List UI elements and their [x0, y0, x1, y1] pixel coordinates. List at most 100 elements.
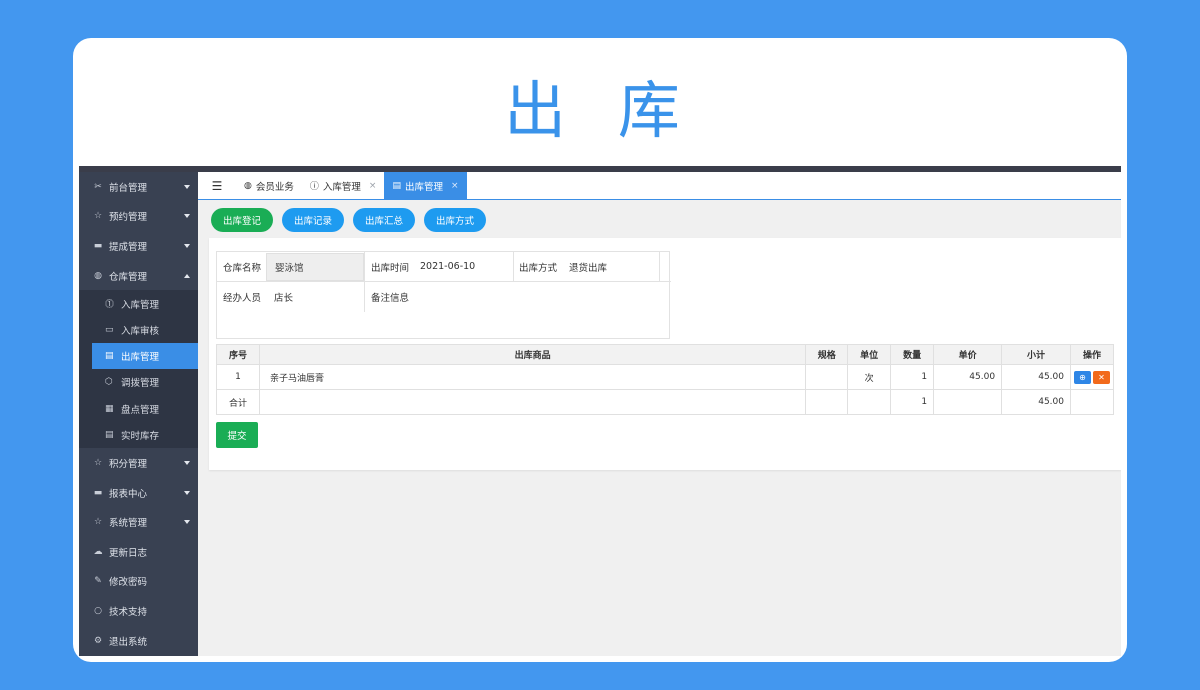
divider	[659, 252, 660, 281]
scissors-icon: ✂	[94, 181, 102, 192]
sidebar-item-label: 提成管理	[109, 241, 148, 253]
sidebar-item-reports[interactable]: ▬ 报表中心	[79, 478, 198, 508]
star-icon: ☆	[93, 517, 103, 528]
chevron-down-icon	[184, 214, 190, 219]
sidebar-item-support[interactable]: ○ 技术支持	[79, 596, 198, 626]
product-spec	[805, 364, 849, 390]
stock-out-form-panel: 仓库名称 婴泳馆 出库时间 2021-06-10 出库方式 退货出库 经办人员 …	[209, 238, 1121, 470]
row-number: 1	[216, 364, 260, 390]
sidebar-subitem-inventory-check[interactable]: ▦ 盘点管理	[92, 396, 198, 422]
main-content: 出库登记 出库记录 出库汇总 出库方式 仓库名称 婴泳馆 出库时间 2021-0…	[198, 200, 1121, 656]
sidebar-item-label: 技术支持	[109, 606, 148, 618]
sidebar-subitem-transfer[interactable]: ⬡ 调拨管理	[92, 369, 198, 395]
gears-icon: ⚙	[93, 635, 103, 646]
cloud-icon: ☁	[93, 546, 103, 557]
table-header-row: 序号 出库商品 规格 单位 数量 单价 小计 操作	[216, 344, 1115, 365]
sidebar-submenu-warehouse: ⓵ 入库管理 ▭ 入库审核 ▤ 出库管理 ⬡ 调拨管理 ▦ 盘点管理 ▤ 实时库…	[79, 290, 198, 449]
close-icon[interactable]: ×	[451, 181, 459, 191]
stock-out-info-box: 仓库名称 婴泳馆 出库时间 2021-06-10 出库方式 退货出库 经办人员 …	[216, 251, 671, 339]
table-total-row: 合计 1 45.00	[216, 389, 1115, 415]
divider	[364, 252, 365, 312]
stock-out-time-label: 出库时间	[371, 262, 410, 274]
sidebar-item-label: 系统管理	[109, 518, 148, 530]
sidebar-item-label: 报表中心	[109, 488, 148, 500]
stock-out-register-button[interactable]: 出库登记	[211, 208, 274, 232]
chevron-down-icon	[184, 460, 190, 465]
column-header: 单价	[933, 344, 1003, 365]
upload-circle-icon: ⓵	[105, 300, 115, 311]
stock-out-summary-button[interactable]: 出库汇总	[353, 208, 416, 232]
handler-field[interactable]: 店长	[274, 282, 293, 311]
handler-label: 经办人员	[223, 292, 262, 304]
table-row: 1 亲子马油唇膏 次 1 45.00 45.00 ⊕ ✕	[216, 364, 1115, 390]
sidebar-subitem-label: 入库审核	[121, 325, 160, 337]
stock-out-items-table: 序号 出库商品 规格 单位 数量 单价 小计 操作 1 亲子马油唇膏 次 1 4…	[216, 344, 1115, 415]
column-header: 单位	[847, 344, 892, 365]
sidebar-item-logout[interactable]: ⚙ 退出系统	[79, 626, 198, 656]
clipboard-icon: ▤	[105, 351, 114, 362]
chevron-down-icon	[184, 243, 190, 248]
monitor-icon: ▬	[93, 240, 103, 251]
sidebar-subitem-stock-in-review[interactable]: ▭ 入库审核	[92, 317, 198, 343]
submit-button[interactable]: 提交	[216, 422, 258, 448]
sidebar-subitem-label: 入库管理	[121, 299, 160, 311]
total-subtotal: 45.00	[1001, 389, 1071, 415]
sidebar-item-change-password[interactable]: ✎ 修改密码	[79, 567, 198, 597]
sidebar-item-commission[interactable]: ▬ 提成管理	[79, 231, 198, 261]
star-icon: ☆	[93, 211, 103, 222]
sidebar-subitem-realtime-stock[interactable]: ▤ 实时库存	[92, 422, 198, 448]
edit-icon: ✎	[94, 576, 102, 587]
tab-member-business[interactable]: ◍ 会员业务	[236, 172, 302, 199]
stock-out-method-field[interactable]: 退货出库	[569, 252, 607, 281]
calendar-icon: ▦	[105, 403, 114, 414]
sidebar-item-label: 修改密码	[109, 577, 148, 589]
sidebar-item-label: 更新日志	[109, 547, 148, 559]
star-icon: ☆	[93, 457, 103, 468]
sidebar-subitem-label: 出库管理	[121, 352, 160, 364]
sidebar-subitem-stock-out[interactable]: ▤ 出库管理	[92, 342, 198, 370]
divider	[513, 252, 514, 281]
sidebar-item-warehouse[interactable]: ◍ 仓库管理	[79, 260, 198, 291]
close-icon[interactable]: ×	[369, 181, 377, 191]
sidebar: ✂ 前台管理 ☆ 预约管理 ▬ 提成管理 ◍ 仓库管理 ⓵ 入库管理 ▭ 入库审…	[79, 172, 198, 656]
sidebar-item-label: 退出系统	[109, 636, 148, 648]
empty-cell	[933, 389, 1003, 415]
chevron-down-icon	[184, 184, 190, 189]
delete-row-icon[interactable]: ✕	[1092, 370, 1110, 384]
product-name[interactable]: 亲子马油唇膏	[258, 364, 807, 390]
clipboard-list-icon: ▤	[105, 430, 114, 440]
column-header: 出库商品	[258, 344, 807, 365]
tab-bar: ☰ ◍ 会员业务 ⓘ 入库管理 × ▤ 出库管理 ×	[198, 172, 1121, 200]
stock-out-records-button[interactable]: 出库记录	[282, 208, 345, 232]
sidebar-subitem-label: 盘点管理	[121, 404, 160, 416]
monitor-icon: ▬	[93, 487, 103, 498]
empty-cell	[1069, 389, 1115, 415]
sidebar-item-frontdesk[interactable]: ✂ 前台管理	[79, 172, 198, 202]
tab-stock-in[interactable]: ⓘ 入库管理 ×	[302, 172, 385, 199]
sidebar-subitem-label: 实时库存	[121, 431, 160, 442]
dashboard-icon: ◍	[244, 180, 252, 191]
sidebar-item-points[interactable]: ☆ 积分管理	[79, 448, 198, 478]
empty-cell	[847, 389, 892, 415]
unit-price-field[interactable]: 45.00	[933, 364, 1003, 390]
tab-label: 出库管理	[404, 181, 443, 193]
sidebar-subitem-label: 调拨管理	[121, 378, 160, 390]
card-icon: ▭	[105, 324, 114, 335]
dashboard-icon: ◍	[94, 270, 102, 281]
sidebar-item-changelog[interactable]: ☁ 更新日志	[79, 537, 198, 567]
add-row-icon[interactable]: ⊕	[1073, 370, 1091, 384]
tab-stock-out[interactable]: ▤ 出库管理 ×	[384, 172, 467, 199]
chevron-down-icon	[184, 490, 190, 495]
sidebar-item-system[interactable]: ☆ 系统管理	[79, 507, 198, 537]
stock-out-time-field[interactable]: 2021-06-10	[420, 252, 475, 281]
sidebar-item-booking[interactable]: ☆ 预约管理	[79, 202, 198, 232]
quantity-field[interactable]: 1	[890, 364, 935, 390]
sidebar-subitem-stock-in[interactable]: ⓵ 入库管理	[92, 290, 198, 316]
stock-out-method-button[interactable]: 出库方式	[424, 208, 487, 232]
empty-cell	[805, 389, 849, 415]
upload-circle-icon: ⓘ	[309, 182, 319, 192]
tab-label: 入库管理	[322, 181, 361, 193]
warehouse-field[interactable]: 婴泳馆	[266, 253, 364, 281]
menu-toggle-icon[interactable]: ☰	[198, 172, 236, 199]
sidebar-item-label: 预约管理	[109, 212, 148, 224]
